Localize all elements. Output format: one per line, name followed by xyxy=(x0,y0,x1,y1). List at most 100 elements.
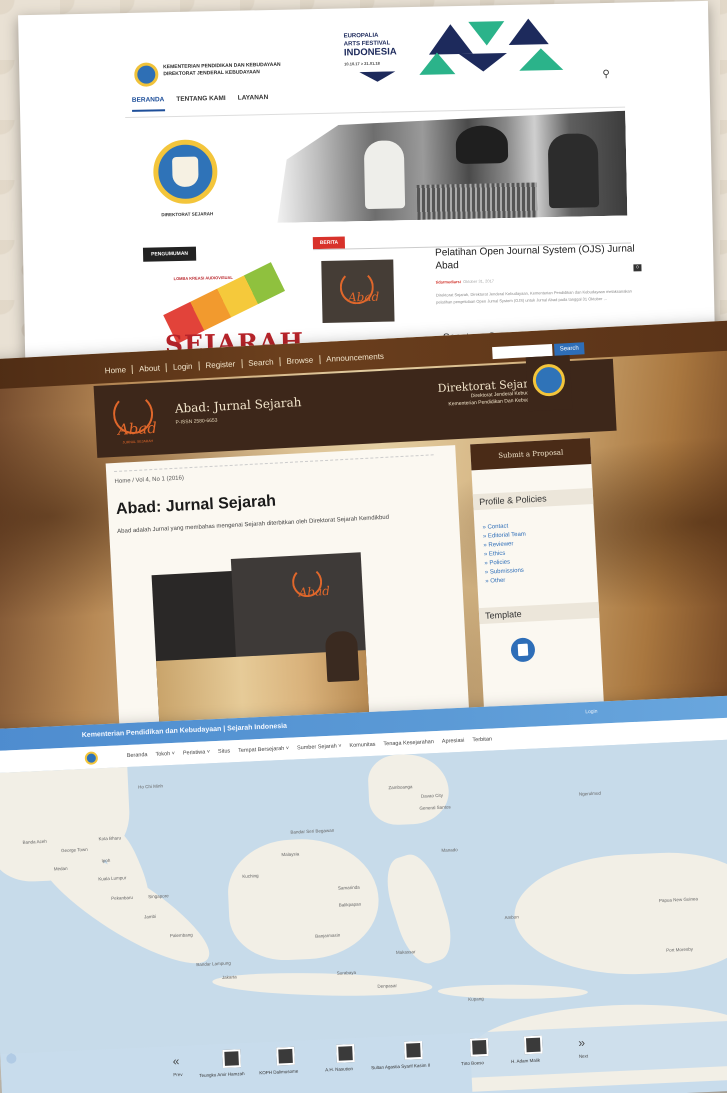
triangle-shape xyxy=(518,47,564,71)
nav-layanan[interactable]: LAYANAN xyxy=(238,94,269,110)
menu-komunitas[interactable]: Komunitas xyxy=(349,742,375,749)
indonesia-map[interactable]: Ho Chi Minh Zamboanga Davao City General… xyxy=(0,738,727,1092)
nav-register[interactable]: Register xyxy=(199,359,243,371)
menu-label: Sumber Sejarah xyxy=(296,743,337,752)
kemdikbud-logo[interactable] xyxy=(84,751,99,765)
map-label: Balikpapan xyxy=(338,901,362,908)
menu-tempat-bersejarah[interactable]: Tempat Bersejarah ˅ xyxy=(238,746,289,754)
chevron-down-icon: ˅ xyxy=(285,745,290,752)
post-thumbnail-abad[interactable]: Abad xyxy=(321,259,395,323)
template-download-icon[interactable] xyxy=(510,637,536,663)
triangle-shape xyxy=(508,18,549,45)
next-arrow-icon[interactable]: » xyxy=(578,1036,585,1050)
europalia-logo[interactable]: EUROPALIA ARTS FESTIVAL INDONESIA 10.10.… xyxy=(343,31,424,69)
menu-situs[interactable]: Situs xyxy=(218,748,230,755)
news-post-1: Pelatihan Open Journal System (OJS) Jurn… xyxy=(435,242,641,288)
link-label: Policies xyxy=(489,559,511,567)
menu-tenaga-kesejarahan[interactable]: Tenaga Kesejarahan xyxy=(383,739,434,747)
menu-tokoh[interactable]: Tokoh ˅ xyxy=(155,751,175,758)
hero-thumbnail[interactable] xyxy=(222,1049,242,1069)
map-label: Bandar Lampung xyxy=(196,960,231,968)
search-button[interactable]: Search xyxy=(553,342,585,356)
map-label: Jakarta xyxy=(221,974,237,980)
europalia-line-3: INDONESIA xyxy=(343,46,397,59)
hero-name[interactable]: Sultan Agastia Syarif Kasim II xyxy=(371,1063,430,1071)
triangle-shape xyxy=(359,71,396,83)
nav-search[interactable]: Search xyxy=(241,357,281,369)
map-label: Kota Bharu xyxy=(98,835,122,842)
nav-home[interactable]: Home xyxy=(98,364,134,376)
hero-thumbnail[interactable] xyxy=(469,1037,489,1057)
triangle-shape xyxy=(458,53,508,73)
abad-logo[interactable]: Abad JURNAL SEJARAH xyxy=(102,388,167,453)
site-title: Kementerian Pendidikan dan Kebudayaan | … xyxy=(81,722,288,740)
menu-apresiasi[interactable]: Apresiasi xyxy=(442,738,465,745)
abad-thumb-text: Abad xyxy=(347,289,380,305)
triangle-shape xyxy=(418,52,456,75)
link-label: Other xyxy=(490,577,506,585)
template-heading: Template xyxy=(484,608,522,621)
prev-arrow-icon[interactable]: « xyxy=(172,1054,179,1068)
post-date: Oktober 31, 2017 xyxy=(463,278,495,285)
historic-banner-photo xyxy=(275,111,627,223)
map-label: Ipoh xyxy=(101,857,111,864)
map-label: Jambi xyxy=(143,913,157,920)
link-label: Ethics xyxy=(488,550,506,558)
comment-count-badge[interactable]: 0 xyxy=(633,264,642,272)
login-link[interactable]: Login xyxy=(585,709,597,716)
hero-name[interactable]: Tirto Boeso xyxy=(461,1060,484,1066)
map-label: Singapore xyxy=(148,893,169,900)
chevron-down-icon: ˅ xyxy=(206,749,211,756)
hero-name[interactable]: A.H. Nasution xyxy=(325,1066,353,1072)
menu-peristiwa[interactable]: Peristiwa ˅ xyxy=(183,749,210,756)
nav-tentang-kami[interactable]: TENTANG KAMI xyxy=(176,95,226,111)
sidebar: Submit a Proposal Profile & Policies » C… xyxy=(470,438,606,744)
nav-about[interactable]: About xyxy=(132,363,168,374)
search-icon[interactable]: ⚲ xyxy=(602,69,610,80)
cover-title: Abad xyxy=(298,583,331,600)
photo-tree xyxy=(455,125,508,164)
direktorat-sejarah-logo[interactable] xyxy=(152,139,219,205)
post-excerpt: Direktorat Sejarah, Direktorat Jenderal … xyxy=(435,288,632,305)
map-label: Kupang xyxy=(468,996,484,1002)
nav-login[interactable]: Login xyxy=(166,361,200,373)
screenshot-abad-jurnal: Home About Login Register Search Browse … xyxy=(0,320,727,760)
chevron-down-icon: ˅ xyxy=(171,750,176,758)
map-label: Medan xyxy=(53,865,68,872)
sidebar-link-other[interactable]: » Other xyxy=(485,576,528,587)
page-title: Abad: Jurnal Sejarah xyxy=(115,492,277,518)
ministry-name: KEMENTERIAN PENDIDIKAN DAN KEBUDAYAAN DI… xyxy=(163,61,313,78)
hero-thumbnail[interactable] xyxy=(276,1046,295,1066)
hero-thumbnail[interactable] xyxy=(336,1044,355,1063)
map-label: Malaysia xyxy=(281,851,300,858)
map-label: Ngerulmud xyxy=(578,790,602,797)
land-java xyxy=(212,970,433,999)
nav-announcements[interactable]: Announcements xyxy=(320,351,390,364)
photo-crowd xyxy=(417,182,538,220)
post-title-link[interactable]: Pelatihan Open Journal System (OJS) Jurn… xyxy=(435,243,635,271)
nav-beranda[interactable]: BERANDA xyxy=(131,96,165,112)
hero-name[interactable]: KOPH Dalimusome xyxy=(259,1069,298,1076)
menu-terbitan[interactable]: Terbitan xyxy=(472,736,492,743)
map-label: Manado xyxy=(441,847,458,853)
next-label[interactable]: Next xyxy=(579,1053,588,1058)
breadcrumb[interactable]: Home / Vol 4, No 1 (2016) xyxy=(114,475,184,485)
menu-beranda[interactable]: Beranda xyxy=(127,752,148,759)
hero-thumbnail[interactable] xyxy=(523,1035,543,1055)
prev-label[interactable]: Prev xyxy=(173,1072,182,1077)
hero-name[interactable]: Teungku Amir Hamzah xyxy=(199,1071,244,1078)
post-author[interactable]: tidarmediarsi xyxy=(436,279,461,285)
menu-sumber-sejarah[interactable]: Sumber Sejarah ˅ xyxy=(297,743,342,751)
submit-proposal-button[interactable]: Submit a Proposal xyxy=(470,438,592,471)
map-label: Davao City xyxy=(420,792,444,799)
kemdikbud-logo[interactable] xyxy=(134,62,159,87)
hero-name[interactable]: H. Adam Malik xyxy=(511,1058,540,1064)
nav-browse[interactable]: Browse xyxy=(280,355,321,367)
map-label: Makassar xyxy=(395,949,416,956)
triangle-shape xyxy=(428,23,473,55)
hero-thumbnail[interactable] xyxy=(404,1040,423,1060)
land-papua xyxy=(511,848,727,980)
journal-issn: P-ISSN 2580-6653 xyxy=(175,417,218,426)
kemdikbud-logo[interactable] xyxy=(525,355,573,412)
triangle-shape xyxy=(468,21,505,46)
